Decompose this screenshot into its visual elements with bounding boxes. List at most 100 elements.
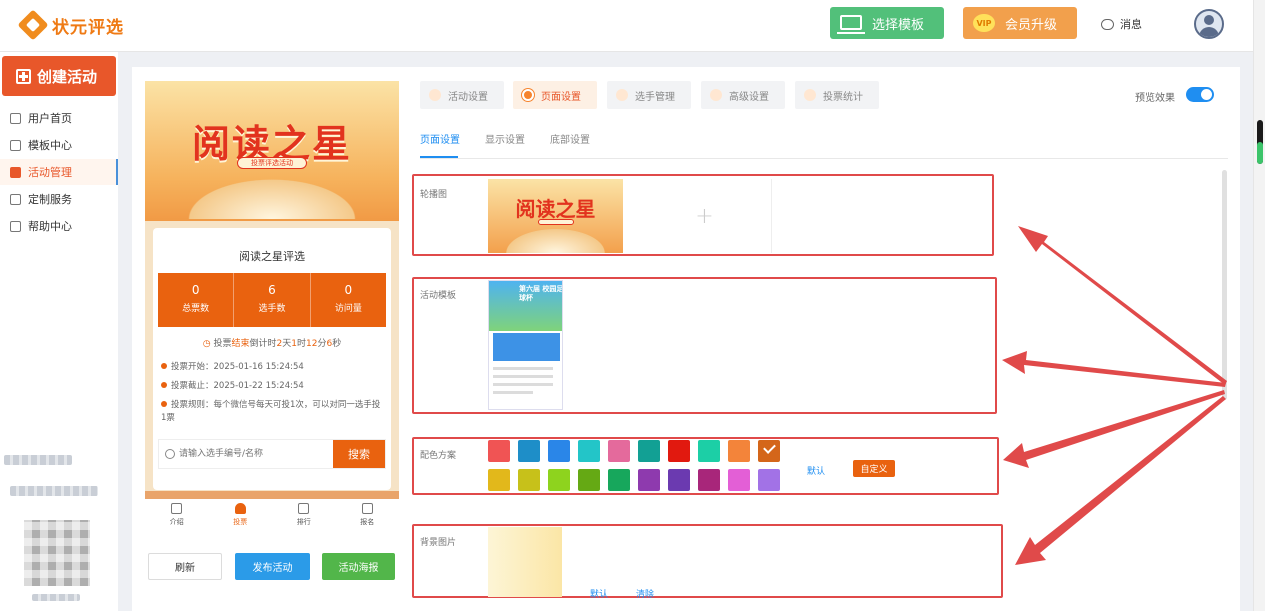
color-swatch[interactable] [758, 440, 780, 462]
color-swatch[interactable] [578, 440, 600, 462]
preview-bottom-decoration [145, 491, 399, 499]
tabbar-vote[interactable]: 投票 [209, 499, 273, 533]
carousel-label: 轮播图 [420, 190, 448, 200]
color-swatch[interactable] [608, 469, 630, 491]
logo[interactable]: 状元评选 [17, 9, 124, 41]
carousel-image[interactable]: 阅读之星 [488, 179, 623, 253]
color-swatch[interactable] [668, 469, 690, 491]
color-swatch[interactable] [698, 440, 720, 462]
search-icon [165, 449, 175, 459]
sidebar-item-custom-service[interactable]: 定制服务 [0, 186, 118, 212]
activity-icon [10, 166, 21, 178]
subtab-footer-settings[interactable]: 底部设置 [550, 131, 590, 146]
preview-banner: 阅读之星 投票评选活动 [145, 81, 399, 221]
color-swatch[interactable] [758, 469, 780, 491]
color-swatch[interactable] [638, 469, 660, 491]
preview-tabbar: 介绍 投票 排行 报名 [145, 499, 399, 533]
activity-poster-button[interactable]: 活动海报 [322, 553, 395, 580]
tab-advanced-settings[interactable]: 高级设置 [701, 81, 785, 109]
refresh-button[interactable]: 刷新 [148, 553, 222, 580]
sidebar-item-home[interactable]: 用户首页 [0, 105, 118, 131]
tab-page-settings[interactable]: 页面设置 [513, 81, 597, 109]
tab-activity-settings[interactable]: 活动设置 [420, 81, 504, 109]
color-swatch[interactable] [548, 469, 570, 491]
signup-icon [361, 503, 373, 514]
sidebar-item-label: 模板中心 [28, 139, 72, 152]
color-swatch[interactable] [728, 440, 750, 462]
contestant-search: 搜索 [158, 439, 386, 469]
stat-visits: 0 访问量 [334, 283, 362, 314]
blurred-contact-info [10, 486, 98, 496]
background-clear-link[interactable]: 清除 [636, 587, 654, 600]
color-swatch[interactable] [698, 469, 720, 491]
contestant-search-input[interactable] [159, 440, 333, 468]
tab-vote-statistics[interactable]: 投票统计 [795, 81, 879, 109]
people-icon [616, 89, 628, 101]
subtab-display-settings[interactable]: 显示设置 [485, 131, 525, 146]
background-image-thumbnail[interactable] [488, 527, 562, 597]
tabbar-intro[interactable]: 介绍 [145, 499, 209, 533]
search-button[interactable]: 搜索 [333, 440, 385, 468]
color-swatch[interactable] [488, 469, 510, 491]
stat-contestants: 6 选手数 [234, 273, 311, 327]
page-scrollbar[interactable] [1253, 0, 1265, 611]
tab-contestant-management[interactable]: 选手管理 [607, 81, 691, 109]
ranking-icon [298, 503, 310, 514]
logo-icon [17, 9, 49, 41]
vote-countdown: ◷ 投票结束倒计时2天1时12分6秒 [202, 339, 342, 349]
chat-bubble-icon [1101, 18, 1114, 30]
vip-crown-icon: VIP [973, 14, 995, 32]
sidebar-item-label: 定制服务 [28, 193, 72, 206]
clock-icon: ◷ [202, 339, 211, 349]
folder-icon [10, 139, 21, 151]
settings-scrollbar[interactable] [1222, 170, 1227, 400]
mobile-preview: 阅读之星 投票评选活动 阅读之星评选 0 总票数 6 选手数 0 访问量 ◷ 投票结束… [145, 81, 399, 501]
background-label: 背景图片 [420, 538, 457, 548]
color-swatch[interactable] [488, 440, 510, 462]
page-icon [522, 89, 534, 101]
color-swatch[interactable] [578, 469, 600, 491]
tabbar-ranking[interactable]: 排行 [272, 499, 336, 533]
create-activity-button[interactable]: 创建活动 [2, 56, 116, 96]
preview-info-card: 阅读之星评选 0 总票数 6 选手数 0 访问量 ◷ 投票结束倒计时2天1时12分6秒… [153, 228, 391, 490]
home-icon [10, 112, 21, 124]
color-default-link[interactable]: 默认 [807, 464, 825, 477]
qr-code [24, 520, 90, 586]
vip-upgrade-button[interactable]: VIP 会员升级 [963, 7, 1077, 39]
banner-subtitle: 投票评选活动 [237, 157, 307, 169]
activity-title: 阅读之星评选 [239, 250, 305, 263]
sidebar-item-label: 活动管理 [28, 166, 72, 179]
sidebar: 创建活动 用户首页 模板中心 活动管理 定制服务 帮助中心 [0, 52, 118, 611]
monitor-icon [837, 15, 865, 34]
messages-link[interactable]: 消息 [1101, 16, 1142, 32]
preview-effect-toggle[interactable] [1186, 87, 1214, 102]
publish-activity-button[interactable]: 发布活动 [235, 553, 310, 580]
color-swatch[interactable] [668, 440, 690, 462]
color-swatch[interactable] [728, 469, 750, 491]
help-book-icon [10, 220, 21, 232]
stats-bar: 0 总票数 6 选手数 0 访问量 [158, 273, 386, 327]
top-bar: 状元评选 选择模板 VIP 会员升级 消息 [0, 0, 1253, 52]
preview-effect-label: 预览效果 [1135, 93, 1175, 104]
vote-end-time: 投票截止：2025-01-22 15:24:54 [161, 380, 383, 393]
sidebar-item-label: 帮助中心 [28, 220, 72, 233]
sidebar-item-help[interactable]: 帮助中心 [0, 213, 118, 239]
user-avatar[interactable] [1194, 9, 1224, 39]
color-swatch[interactable] [638, 440, 660, 462]
color-custom-button[interactable]: 自定义 [853, 460, 895, 477]
sidebar-item-activity-management[interactable]: 活动管理 [0, 159, 118, 185]
blurred-contact-info [4, 455, 72, 465]
add-carousel-image-button[interactable]: + [638, 179, 772, 253]
select-template-button[interactable]: 选择模板 [830, 7, 944, 39]
background-default-link[interactable]: 默认 [590, 587, 608, 600]
vote-start-time: 投票开始：2025-01-16 15:24:54 [161, 361, 383, 374]
template-thumbnail[interactable]: 第六届 校园足球杯 [488, 280, 563, 410]
sidebar-item-templates[interactable]: 模板中心 [0, 132, 118, 158]
color-swatch[interactable] [518, 440, 540, 462]
color-swatch[interactable] [608, 440, 630, 462]
subtab-divider [420, 158, 1228, 159]
color-swatch[interactable] [518, 469, 540, 491]
subtab-page-settings[interactable]: 页面设置 [420, 131, 460, 146]
tabbar-signup[interactable]: 报名 [336, 499, 400, 533]
color-swatch[interactable] [548, 440, 570, 462]
